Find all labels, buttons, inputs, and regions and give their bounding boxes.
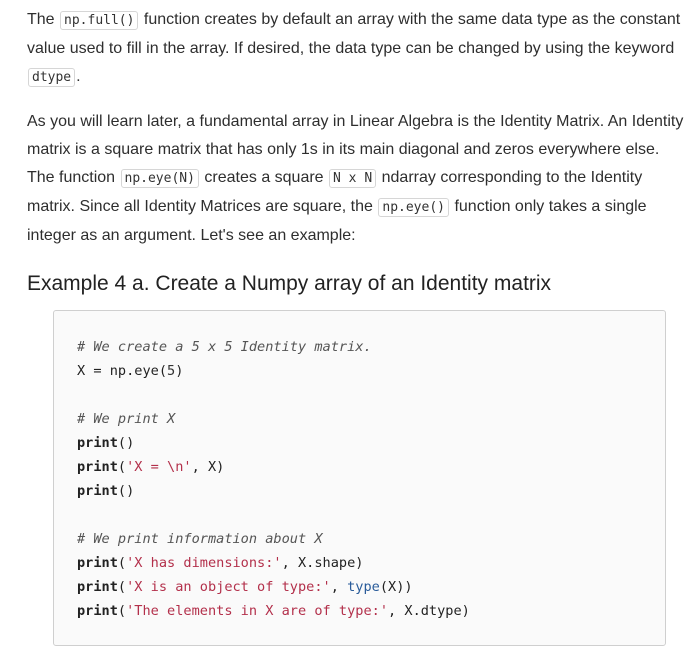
code-string: 'X has dimensions:' [126,555,282,571]
text: The [27,11,60,28]
code-line: print('X = \n', X) [77,459,224,475]
code-text: ) [175,363,184,379]
example-heading: Example 4 a. Create a Numpy array of an … [27,272,552,295]
inline-code-np-eye-n: np.eye(N) [120,169,199,188]
code-keyword: print [77,459,118,475]
code-line: print('X has dimensions:', X.shape) [77,555,363,571]
code-text: (X)) [379,579,413,595]
paragraph-dtype: The np.full() function creates by defaul… [27,6,687,92]
code-line: print('The elements in X are of type:', … [77,603,470,619]
code-line: print() [77,483,134,499]
code-text: ( [117,459,127,475]
code-line: X = np.eye(5) [77,363,183,379]
code-comment: # We print X [77,411,176,427]
code-line: print() [77,435,134,451]
code-text: X = np.eye( [77,363,168,379]
code-text: , X) [191,459,225,475]
text: creates a square [199,169,329,186]
code-number: 5 [167,363,176,379]
code-text: , [330,579,348,595]
inline-code-np-eye: np.eye() [378,198,449,217]
code-string: 'X is an object of type:' [126,579,331,595]
code-comment: # We create a 5 x 5 Identity matrix. [77,339,372,355]
code-text: ( [117,603,127,619]
code-comment: # We print information about X [77,531,323,547]
inline-code-nxn: N x N [329,169,377,188]
code-string: 'The elements in X are of type:' [126,603,389,619]
inline-code-dtype: dtype [28,68,76,87]
inline-code-np-full: np.full() [60,11,139,30]
code-line: print('X is an object of type:', type(X)… [77,579,413,595]
code-text: , X.shape) [281,555,364,571]
code-keyword: print [77,603,118,619]
code-text: () [117,483,135,499]
page: The np.full() function creates by defaul… [0,0,693,658]
code-text: , X.dtype) [388,603,470,619]
text: . [76,68,81,85]
paragraph-identity: As you will learn later, a fundamental a… [27,108,687,250]
code-text: ( [117,579,127,595]
code-keyword: print [77,579,118,595]
code-string: 'X = \n' [126,459,192,475]
code-block[interactable]: # We create a 5 x 5 Identity matrix. X =… [53,310,666,646]
code-text: () [117,435,135,451]
code-text: ( [117,555,127,571]
code-keyword: print [77,483,118,499]
code-keyword: print [77,555,118,571]
code-builtin: type [347,579,380,595]
code-keyword: print [77,435,118,451]
